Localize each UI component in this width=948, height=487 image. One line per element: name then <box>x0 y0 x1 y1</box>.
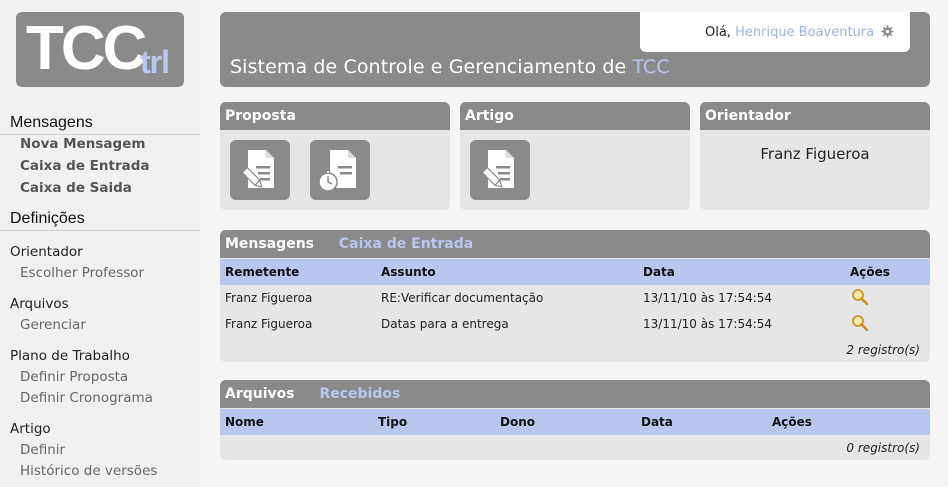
sidebar-group-artigo: Artigo <box>10 421 51 437</box>
column-header-actions: Ações <box>772 415 812 429</box>
column-header-date[interactable]: Data <box>641 415 673 429</box>
sidebar: TCC trl Mensagens Nova Mensagem Caixa de… <box>0 0 200 487</box>
user-name-link[interactable]: Henrique Boaventura <box>735 25 874 40</box>
card-title-artigo: Artigo <box>460 102 690 130</box>
column-header-type[interactable]: Tipo <box>378 415 407 429</box>
files-panel-title: Arquivos <box>225 386 295 402</box>
sidebar-item-define-schedule[interactable]: Definir Cronograma <box>20 390 153 406</box>
files-panel-header: Arquivos Recebidos <box>220 380 930 408</box>
sidebar-item-inbox[interactable]: Caixa de Entrada <box>20 158 150 174</box>
logo-sub-text: trl <box>140 44 170 80</box>
sidebar-item-new-message[interactable]: Nova Mensagem <box>20 136 145 152</box>
edit-proposal-button[interactable] <box>230 140 290 200</box>
sidebar-heading-settings: Definições <box>10 210 85 227</box>
page-title-text: Sistema de Controle e Gerenciamento de <box>230 56 627 78</box>
column-header-name[interactable]: Nome <box>225 415 264 429</box>
card-artigo: Artigo <box>460 102 690 210</box>
sidebar-group-arquivos: Arquivos <box>10 296 69 312</box>
sidebar-item-define-proposal[interactable]: Definir Proposta <box>20 369 128 385</box>
edit-document-icon <box>481 150 514 188</box>
card-title-orientador: Orientador <box>700 102 930 130</box>
sidebar-heading-messages: Mensagens <box>10 114 93 131</box>
page-title-highlight: TCC <box>632 56 670 78</box>
schedule-proposal-button[interactable] <box>310 140 370 200</box>
messages-table-header: Remetente Assunto Data Ações <box>220 259 930 285</box>
sidebar-group-orientador: Orientador <box>10 244 83 260</box>
edit-article-button[interactable] <box>470 140 530 200</box>
edit-document-icon <box>241 150 274 188</box>
app-logo[interactable]: TCC trl <box>16 12 184 87</box>
sidebar-divider <box>0 134 200 135</box>
sidebar-item-choose-professor[interactable]: Escolher Professor <box>20 265 144 281</box>
message-subject: Datas para a entrega <box>381 317 509 331</box>
sidebar-item-version-history[interactable]: Histórico de versões <box>20 463 157 479</box>
greeting-text: Olá, <box>705 25 731 40</box>
sidebar-divider <box>0 230 200 231</box>
messages-record-count: 2 registro(s) <box>846 343 920 357</box>
schedule-document-icon <box>318 150 356 192</box>
tab-inbox[interactable]: Caixa de Entrada <box>339 236 473 252</box>
column-header-sender[interactable]: Remetente <box>225 265 299 279</box>
sidebar-item-outbox[interactable]: Caixa de Saida <box>20 180 132 196</box>
message-subject: RE:Verificar documentação <box>381 291 544 305</box>
files-table-header: Nome Tipo Dono Data Ações <box>220 409 930 435</box>
page-header: Olá, Henrique Boaventura Sistema de Cont… <box>220 12 930 87</box>
message-date: 13/11/10 às 17:54:54 <box>643 317 773 331</box>
column-header-subject[interactable]: Assunto <box>381 265 436 279</box>
message-date: 13/11/10 às 17:54:54 <box>643 291 773 305</box>
messages-panel: Mensagens Caixa de Entrada Remetente Ass… <box>220 230 930 362</box>
messages-panel-header: Mensagens Caixa de Entrada <box>220 230 930 258</box>
card-title-proposta: Proposta <box>220 102 450 130</box>
column-header-actions: Ações <box>850 265 890 279</box>
magnifier-icon[interactable] <box>851 288 869 306</box>
column-header-owner[interactable]: Dono <box>500 415 535 429</box>
message-sender: Franz Figueroa <box>225 317 313 331</box>
magnifier-icon[interactable] <box>851 314 869 332</box>
sidebar-group-work-plan: Plano de Trabalho <box>10 348 130 364</box>
logo-main-text: TCC <box>26 14 147 83</box>
sidebar-item-define-article[interactable]: Definir <box>20 442 65 458</box>
gear-icon[interactable] <box>881 25 894 38</box>
page-title: Sistema de Controle e Gerenciamento de T… <box>230 56 670 78</box>
column-header-date[interactable]: Data <box>643 265 675 279</box>
card-orientador: Orientador Franz Figueroa <box>700 102 930 210</box>
files-panel: Arquivos Recebidos Nome Tipo Dono Data A… <box>220 380 930 460</box>
advisor-name: Franz Figueroa <box>760 145 870 163</box>
tab-received[interactable]: Recebidos <box>319 386 400 402</box>
sidebar-item-manage-files[interactable]: Gerenciar <box>20 317 86 333</box>
user-greeting: Olá, Henrique Boaventura <box>640 12 910 52</box>
files-record-count: 0 registro(s) <box>846 441 920 455</box>
messages-panel-title: Mensagens <box>225 236 314 252</box>
card-proposta: Proposta <box>220 102 450 210</box>
message-sender: Franz Figueroa <box>225 291 313 305</box>
